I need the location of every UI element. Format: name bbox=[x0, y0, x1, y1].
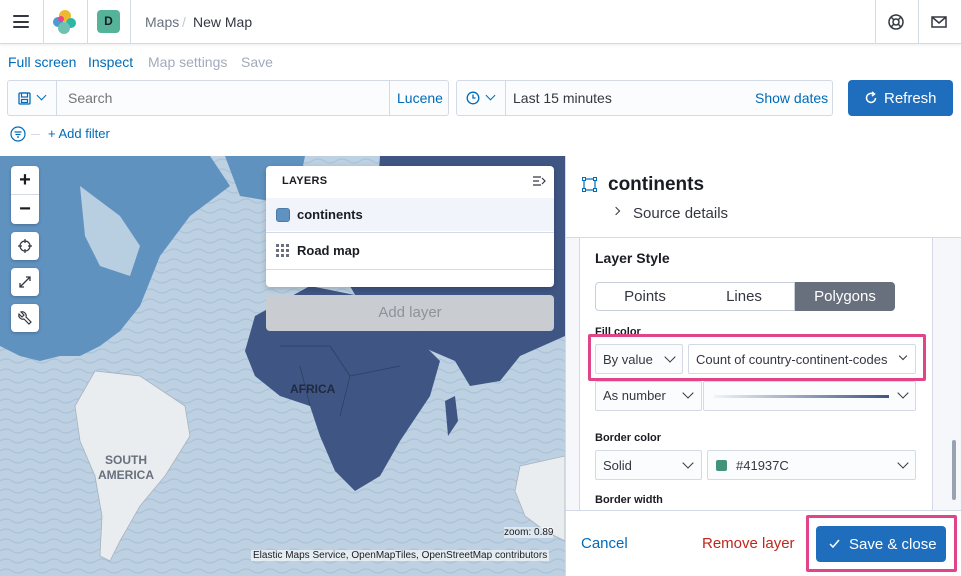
chevron-down-icon bbox=[897, 387, 909, 399]
layers-panel: LAYERS continents Road map bbox=[266, 166, 554, 287]
grid-icon bbox=[276, 244, 289, 257]
style-tab-lines[interactable]: Lines bbox=[694, 282, 795, 311]
breadcrumb-current: New Map bbox=[193, 14, 253, 30]
menu-icon[interactable] bbox=[13, 15, 29, 28]
set-view-button[interactable] bbox=[11, 232, 39, 260]
save-close-label: Save & close bbox=[849, 536, 937, 553]
style-tab-polygons[interactable]: Polygons bbox=[795, 282, 895, 311]
layer-item-continents[interactable]: continents bbox=[266, 198, 554, 231]
time-range-label: Last 15 minutes bbox=[513, 90, 612, 106]
divider bbox=[130, 0, 131, 44]
tools-button[interactable] bbox=[11, 304, 39, 332]
divider bbox=[266, 269, 554, 270]
zoom-level: zoom: 0.89 bbox=[504, 527, 554, 538]
collapse-panel-icon[interactable] bbox=[532, 175, 546, 187]
help-icon[interactable] bbox=[887, 13, 905, 31]
divider bbox=[875, 0, 876, 44]
clock-icon bbox=[466, 91, 480, 105]
fit-to-data-button[interactable] bbox=[11, 268, 39, 296]
mail-icon[interactable] bbox=[930, 13, 948, 31]
refresh-icon bbox=[865, 91, 877, 104]
space-avatar[interactable]: D bbox=[97, 10, 120, 33]
save-link[interactable]: Save bbox=[241, 54, 273, 70]
top-header: D Maps / New Map bbox=[0, 0, 961, 44]
border-mode-select[interactable]: Solid bbox=[595, 450, 702, 480]
add-filter-button[interactable]: + Add filter bbox=[48, 126, 110, 141]
map-attribution[interactable]: Elastic Maps Service, OpenMapTiles, Open… bbox=[251, 550, 550, 561]
border-mode-value: Solid bbox=[603, 458, 632, 473]
style-tab-points[interactable]: Points bbox=[595, 282, 695, 311]
layer-item-road-map[interactable]: Road map bbox=[266, 233, 554, 268]
divider bbox=[918, 0, 919, 44]
divider bbox=[56, 81, 57, 115]
polygon-icon bbox=[582, 177, 597, 192]
quick-menu-button[interactable] bbox=[457, 81, 505, 115]
inspect-link[interactable]: Inspect bbox=[88, 54, 133, 70]
layers-title: LAYERS bbox=[282, 175, 328, 187]
full-screen-link[interactable]: Full screen bbox=[8, 54, 76, 70]
save-close-button[interactable]: Save & close bbox=[816, 526, 946, 562]
color-ramp-select[interactable] bbox=[703, 381, 916, 411]
layer-style-title: Layer Style bbox=[595, 250, 670, 266]
refresh-label: Refresh bbox=[884, 90, 937, 107]
source-details-toggle[interactable]: Source details bbox=[633, 205, 728, 222]
south-america-label-line2: AMERICA bbox=[98, 468, 154, 482]
divider bbox=[87, 0, 88, 44]
border-color-value: #41937C bbox=[736, 458, 789, 473]
check-icon bbox=[829, 539, 840, 549]
border-color-picker[interactable]: #41937C bbox=[707, 450, 916, 480]
fill-format-select[interactable]: As number bbox=[595, 381, 702, 411]
date-picker: Last 15 minutes Show dates bbox=[456, 80, 833, 116]
elastic-logo-icon[interactable] bbox=[52, 9, 78, 35]
expand-icon bbox=[19, 276, 31, 288]
panel-scrollbar[interactable] bbox=[952, 440, 956, 500]
refresh-button[interactable]: Refresh bbox=[848, 80, 953, 116]
highlight-box bbox=[588, 334, 926, 381]
divider bbox=[505, 81, 506, 115]
fill-format-value: As number bbox=[603, 388, 666, 403]
save-icon bbox=[18, 92, 31, 105]
zoom-out-button[interactable]: − bbox=[11, 195, 39, 224]
africa-label: AFRICA bbox=[290, 382, 336, 396]
query-bar: Lucene bbox=[7, 80, 449, 116]
map-settings-link[interactable]: Map settings bbox=[148, 54, 227, 70]
zoom-in-button[interactable]: + bbox=[11, 166, 39, 195]
chevron-down-icon bbox=[485, 90, 496, 101]
add-layer-button[interactable]: Add layer bbox=[266, 295, 554, 331]
chevron-down-icon bbox=[682, 387, 694, 399]
layer-color-swatch bbox=[276, 208, 290, 222]
border-width-label: Border width bbox=[595, 494, 663, 506]
search-input[interactable] bbox=[60, 82, 385, 114]
panel-title: continents bbox=[608, 174, 705, 195]
divider bbox=[31, 134, 40, 135]
saved-query-button[interactable] bbox=[8, 81, 56, 115]
south-america-label-line1: SOUTH bbox=[105, 453, 147, 467]
wrench-icon bbox=[18, 311, 32, 325]
filter-icon[interactable] bbox=[10, 126, 26, 142]
chevron-down-icon bbox=[682, 457, 694, 469]
color-ramp-gradient bbox=[714, 395, 889, 398]
remove-layer-button[interactable]: Remove layer bbox=[702, 535, 795, 552]
layer-label: continents bbox=[297, 207, 363, 222]
divider bbox=[43, 0, 44, 44]
layer-label: Road map bbox=[297, 243, 360, 258]
breadcrumb-maps[interactable]: Maps bbox=[145, 14, 179, 30]
chevron-down-icon bbox=[36, 90, 47, 101]
divider bbox=[389, 81, 390, 115]
border-color-swatch bbox=[716, 460, 727, 471]
show-dates-button[interactable]: Show dates bbox=[755, 90, 828, 106]
breadcrumb-separator: / bbox=[182, 14, 186, 30]
query-language-button[interactable]: Lucene bbox=[397, 90, 443, 106]
chevron-down-icon bbox=[897, 457, 909, 469]
crosshair-icon bbox=[18, 239, 32, 253]
cancel-button[interactable]: Cancel bbox=[581, 535, 628, 552]
zoom-controls: + − bbox=[11, 166, 39, 224]
border-color-label: Border color bbox=[595, 432, 662, 444]
